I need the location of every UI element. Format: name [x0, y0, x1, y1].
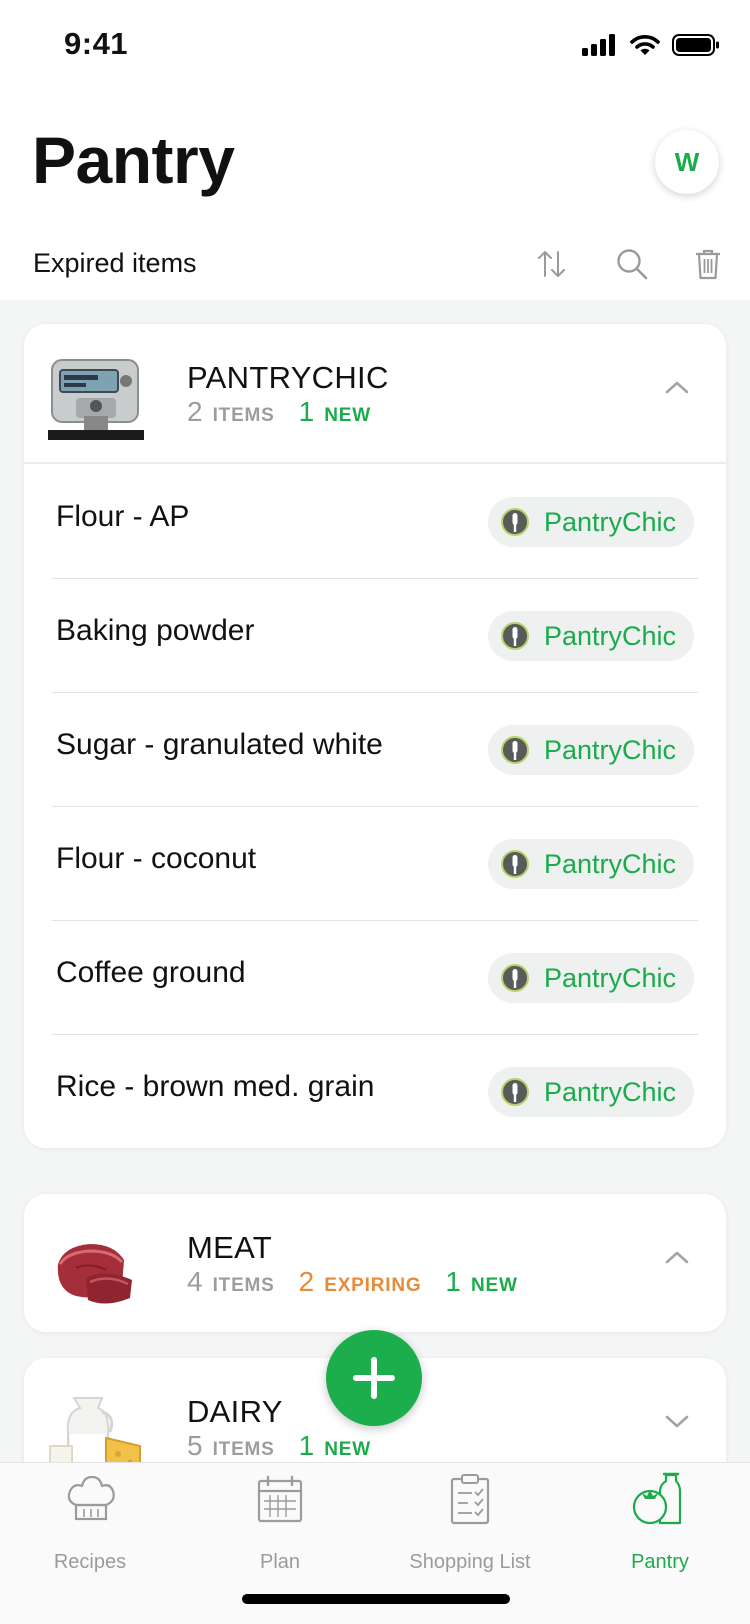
- meat-image: [46, 1224, 146, 1312]
- tab-label: Plan: [259, 1551, 301, 1573]
- plus-icon: [353, 1357, 395, 1399]
- items-word: ITEMS: [212, 1439, 275, 1460]
- list-item[interactable]: Flour - AP PantryChic: [24, 464, 726, 578]
- pantry-section-card: PANTRYCHIC 2 ITEMS 1 NEW Flour - AP Pant…: [24, 324, 726, 1148]
- source-chip[interactable]: PantryChic: [487, 497, 694, 547]
- source-label: PantryChic: [543, 962, 676, 993]
- status-icons: [582, 30, 720, 60]
- top-area: 9:41 Pantry W Expired items: [0, 0, 750, 300]
- cellular-signal-icon: [582, 34, 615, 56]
- status-time: 9:41: [64, 26, 129, 61]
- home-indicator: [242, 1594, 510, 1604]
- new-word: NEW: [471, 1275, 518, 1296]
- list-item[interactable]: Rice - brown med. grain PantryChic: [24, 1034, 726, 1148]
- item-name: Flour - AP: [56, 500, 190, 533]
- pantry-list: PANTRYCHIC 2 ITEMS 1 NEW Flour - AP Pant…: [0, 300, 750, 1462]
- chevron-down-icon[interactable]: [664, 1412, 690, 1430]
- clipboard-list-icon: [450, 1474, 490, 1525]
- list-item[interactable]: Flour - coconut PantryChic: [24, 806, 726, 920]
- new-count: 1: [298, 1430, 315, 1461]
- dairy-image: [46, 1388, 146, 1462]
- section-header[interactable]: PANTRYCHIC 2 ITEMS 1 NEW: [24, 324, 726, 462]
- tab-label: Shopping List: [409, 1551, 531, 1573]
- tab-pantry[interactable]: Pantry: [575, 1471, 745, 1581]
- source-chip[interactable]: PantryChic: [487, 839, 694, 889]
- trash-icon[interactable]: [690, 246, 726, 282]
- tab-plan[interactable]: Plan: [195, 1471, 365, 1581]
- expiring-count: 2: [298, 1266, 315, 1297]
- items-count: 5: [187, 1430, 203, 1461]
- pantrychic-source-icon: [500, 850, 529, 878]
- section-header[interactable]: MEAT 4 ITEMS 2 EXPIRING 1 NEW: [24, 1194, 726, 1332]
- section-name: PANTRYCHIC: [187, 360, 389, 395]
- pantrychic-device-image: [46, 354, 146, 442]
- section-name: DAIRY: [187, 1394, 283, 1429]
- items-count: 2: [187, 396, 203, 427]
- pantry-tomato-bottle-icon: [632, 1472, 682, 1525]
- items-word: ITEMS: [212, 1275, 275, 1296]
- chevron-up-icon[interactable]: [664, 1248, 690, 1266]
- battery-icon: [672, 34, 719, 56]
- item-name: Baking powder: [56, 614, 255, 647]
- new-count: 1: [298, 396, 315, 427]
- pantrychic-source-icon: [500, 964, 529, 992]
- chevron-up-icon[interactable]: [664, 378, 690, 396]
- source-chip[interactable]: PantryChic: [487, 611, 694, 661]
- source-label: PantryChic: [543, 848, 676, 879]
- source-label: PantryChic: [543, 734, 676, 765]
- list-item[interactable]: Coffee ground PantryChic: [24, 920, 726, 1034]
- page-title: Pantry: [32, 123, 235, 197]
- section-meta: 4 ITEMS 2 EXPIRING 1 NEW: [187, 1266, 542, 1298]
- wifi-icon: [630, 35, 660, 55]
- pantrychic-source-icon: [500, 622, 529, 650]
- section-name: MEAT: [187, 1230, 273, 1265]
- search-icon[interactable]: [614, 246, 650, 282]
- items-word: ITEMS: [212, 405, 275, 426]
- expiring-word: EXPIRING: [324, 1275, 422, 1296]
- list-item[interactable]: Sugar - granulated white PantryChic: [24, 692, 726, 806]
- source-chip[interactable]: PantryChic: [487, 1067, 694, 1117]
- calendar-icon: [257, 1475, 303, 1523]
- status-bar: 9:41: [0, 0, 750, 92]
- avatar[interactable]: W: [655, 130, 719, 194]
- source-chip[interactable]: PantryChic: [487, 725, 694, 775]
- pantrychic-source-icon: [500, 508, 529, 536]
- section-meta: 2 ITEMS 1 NEW: [187, 396, 395, 428]
- pantry-section-card: MEAT 4 ITEMS 2 EXPIRING 1 NEW: [24, 1194, 726, 1332]
- items-count: 4: [187, 1266, 203, 1297]
- item-name: Sugar - granulated white: [56, 728, 383, 761]
- section-meta: 5 ITEMS 1 NEW: [187, 1430, 395, 1462]
- expired-items-filter[interactable]: Expired items: [33, 248, 197, 279]
- list-item[interactable]: Baking powder PantryChic: [24, 578, 726, 692]
- source-label: PantryChic: [543, 506, 676, 537]
- new-count: 1: [445, 1266, 461, 1297]
- item-name: Coffee ground: [56, 956, 246, 989]
- chef-hat-icon: [67, 1475, 115, 1521]
- tab-label: Recipes: [53, 1551, 127, 1573]
- tab-shopping-list[interactable]: Shopping List: [385, 1471, 555, 1581]
- tab-label: Pantry: [631, 1551, 689, 1573]
- tab-recipes[interactable]: Recipes: [5, 1471, 175, 1581]
- add-item-button[interactable]: [326, 1330, 422, 1426]
- item-name: Rice - brown med. grain: [56, 1070, 375, 1103]
- pantrychic-source-icon: [500, 736, 529, 764]
- sort-icon[interactable]: [534, 246, 570, 282]
- new-word: NEW: [324, 405, 371, 426]
- source-label: PantryChic: [543, 620, 676, 651]
- pantrychic-source-icon: [500, 1078, 529, 1106]
- source-chip[interactable]: PantryChic: [487, 953, 694, 1003]
- toolbar: Expired items: [0, 238, 750, 298]
- new-word: NEW: [324, 1439, 371, 1460]
- item-name: Flour - coconut: [56, 842, 257, 875]
- source-label: PantryChic: [543, 1076, 676, 1107]
